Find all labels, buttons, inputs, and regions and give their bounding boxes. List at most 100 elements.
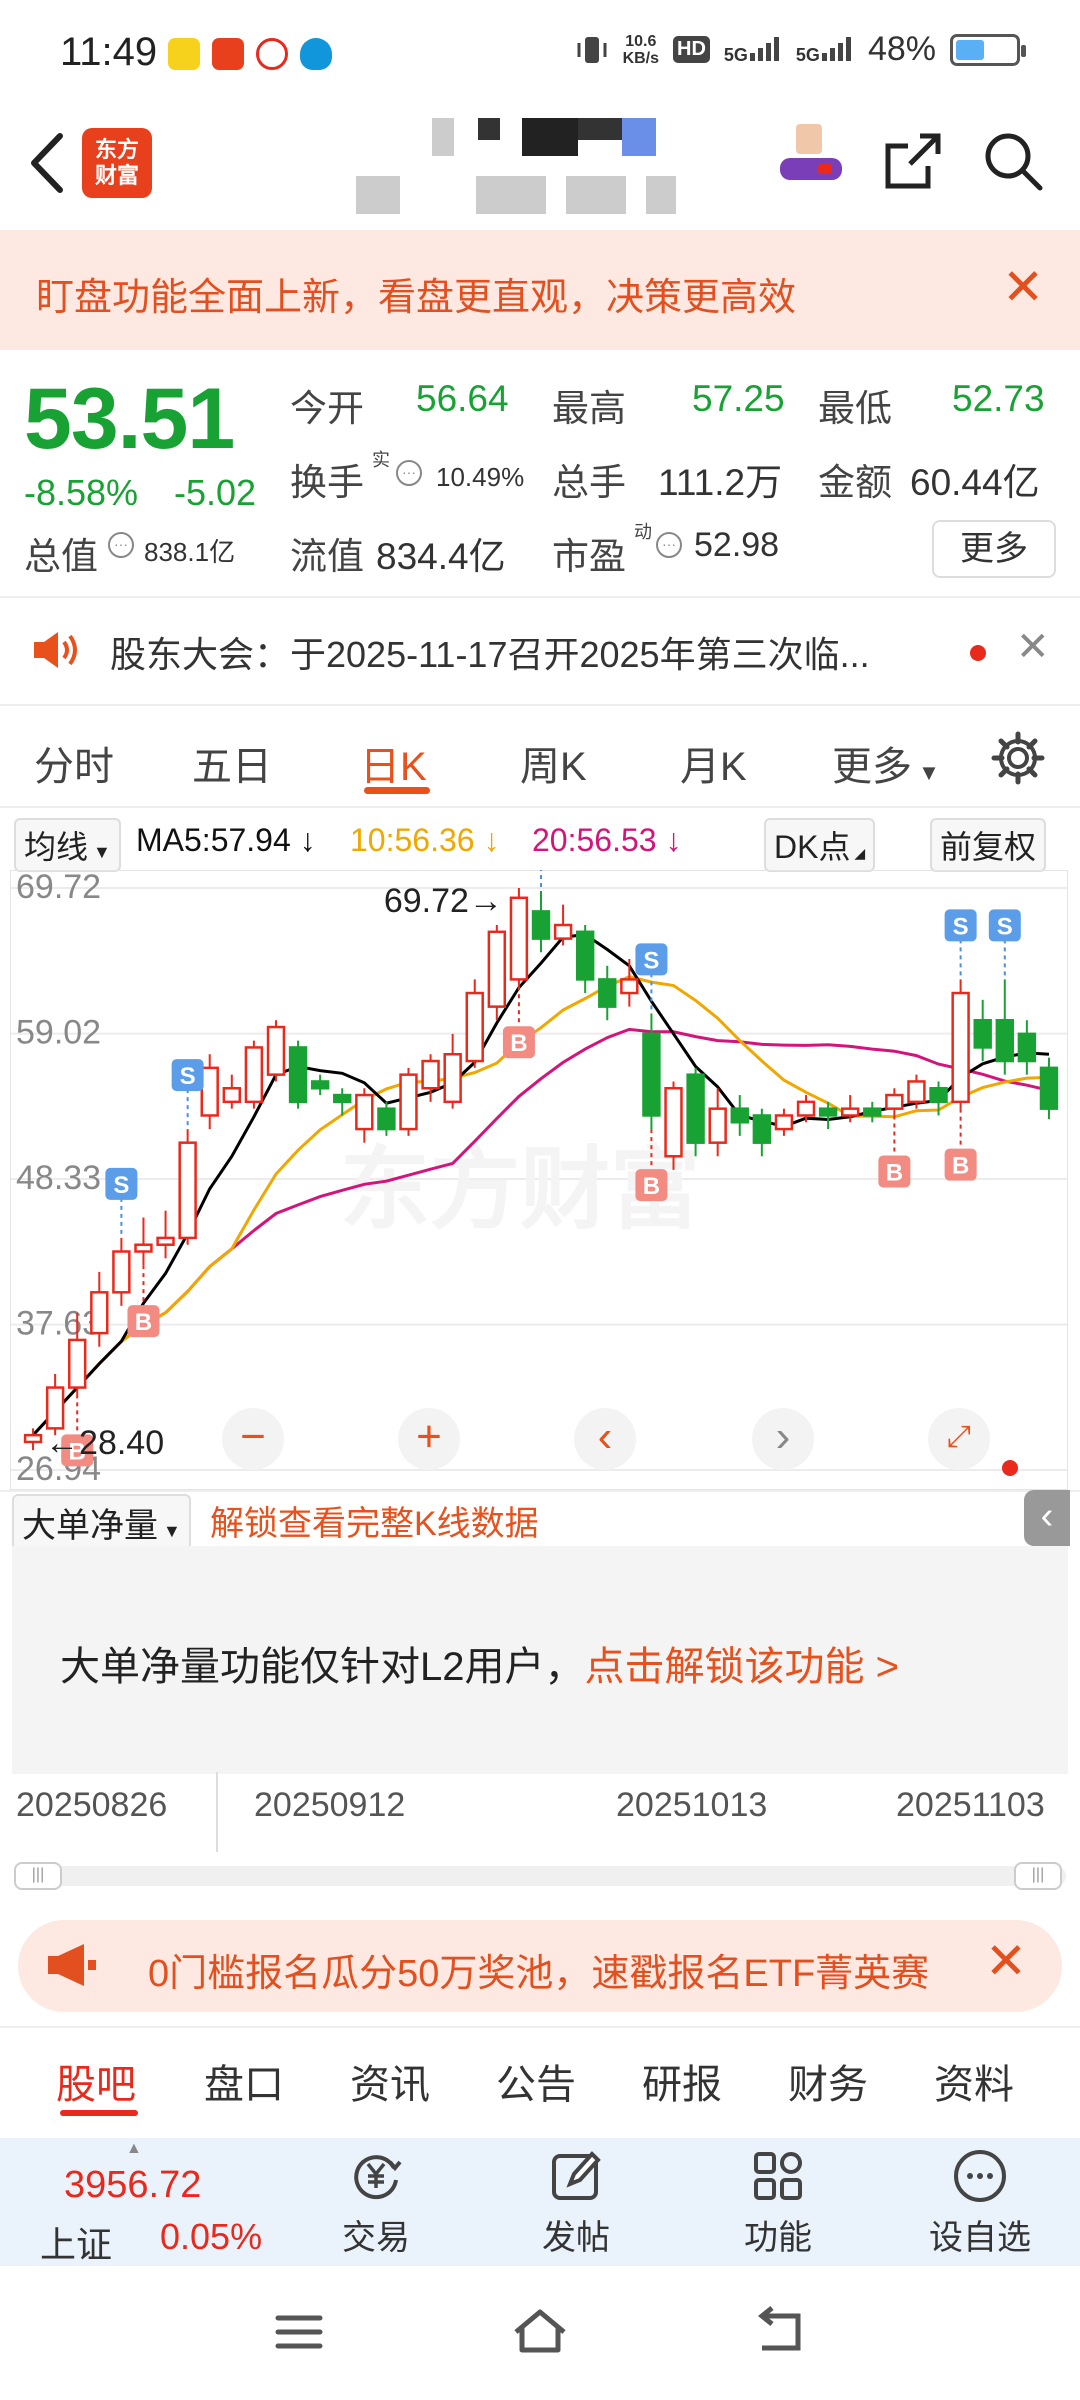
tab-daily-k[interactable]: 日K	[360, 734, 427, 792]
banner-close-icon[interactable]: ✕	[1002, 258, 1044, 316]
caret-down-icon: ▼	[88, 842, 111, 862]
candle-body	[575, 930, 595, 981]
tab-more[interactable]: 更多 ▼	[832, 734, 940, 792]
candle-body	[642, 1032, 661, 1117]
active-tab-underline	[364, 787, 430, 794]
post-label: 发帖	[542, 2219, 610, 2257]
search-icon[interactable]	[980, 128, 1046, 194]
caret-down-icon: ▼	[912, 760, 940, 785]
info-icon[interactable]: ···	[108, 532, 134, 558]
back-arrow-icon[interactable]	[22, 128, 72, 198]
candle-body	[553, 923, 573, 940]
indicator-selector[interactable]: 大单净量 ▼	[12, 1494, 191, 1551]
volume-label: 总手	[552, 462, 626, 503]
ma10-value: 10:56.36 ↓	[350, 822, 500, 858]
app-logo: 东方 财富	[82, 128, 152, 198]
candle-body	[1017, 1032, 1037, 1063]
turnover-sup: 实	[372, 450, 390, 470]
unread-dot	[970, 645, 986, 661]
scroll-left-button[interactable]: ‹	[574, 1408, 636, 1470]
net-speed-unit: KB/s	[622, 49, 660, 67]
collapse-panel-icon[interactable]: ‹	[1024, 1490, 1070, 1546]
add-watchlist-button[interactable]: 设自选	[910, 2146, 1050, 2259]
scroll-right-button[interactable]: ›	[752, 1408, 814, 1470]
candle-body	[90, 1291, 109, 1335]
dk-point-button[interactable]: DK点 ◢	[764, 818, 876, 872]
back-icon[interactable]	[752, 2306, 806, 2356]
adjust-button[interactable]: 前复权	[930, 818, 1047, 872]
candle-body	[509, 896, 529, 981]
unlock-feature-link[interactable]: 点击解锁该功能 >	[585, 1645, 899, 1689]
functions-label: 功能	[744, 2219, 812, 2257]
yuan-exchange-icon	[354, 2155, 402, 2200]
candle-body	[23, 1433, 43, 1444]
candle-body	[134, 1243, 153, 1253]
avatar[interactable]	[780, 124, 842, 190]
candle-body	[995, 1018, 1014, 1063]
candle-body	[266, 1025, 286, 1076]
status-right: 10.6 KB/s HD 5G 5G 48%	[575, 30, 1026, 69]
info-icon[interactable]: ···	[396, 460, 422, 486]
tab-announcements[interactable]: 公告	[496, 2052, 576, 2110]
zoom-out-button[interactable]: −	[222, 1408, 284, 1470]
candle-body	[686, 1073, 705, 1144]
candle-body	[421, 1059, 440, 1090]
candle-body	[200, 1066, 219, 1117]
notice-close-icon[interactable]: ✕	[1016, 624, 1050, 670]
candle-body	[929, 1087, 948, 1104]
share-icon[interactable]	[880, 128, 946, 194]
tab-forum[interactable]: 股吧	[56, 2052, 136, 2110]
post-button[interactable]: 发帖	[506, 2146, 646, 2259]
tab-intraday[interactable]: 分时	[34, 734, 114, 792]
promo-close-icon[interactable]: ✕	[985, 1932, 1027, 1990]
candle-body	[664, 1087, 683, 1158]
tab-five-day[interactable]: 五日	[192, 734, 272, 792]
feature-banner[interactable]: 盯盘功能全面上新，看盘更直观，决策更高效 ✕	[0, 230, 1080, 350]
tab-monthly-k[interactable]: 月K	[680, 734, 747, 792]
tab-financials[interactable]: 财务	[788, 2052, 868, 2110]
menu-icon[interactable]	[274, 2310, 324, 2354]
shareholder-notice[interactable]: 股东大会：于2025-11-17召开2025年第三次临...	[110, 626, 870, 678]
candle-body	[355, 1093, 374, 1131]
tab-profile[interactable]: 资料	[934, 2052, 1014, 2110]
fullscreen-icon[interactable]: ⤢	[928, 1408, 990, 1470]
unlock-kline-link[interactable]: 解锁查看完整K线数据	[210, 1496, 539, 1545]
float-label: 流值	[290, 536, 364, 577]
turnover-label: 换手	[290, 462, 364, 503]
zoom-in-button[interactable]: +	[398, 1408, 460, 1470]
y-tick-label: 37.63	[16, 1305, 101, 1343]
ma-selector[interactable]: 均线 ▼	[14, 818, 121, 872]
chart-scrollbar[interactable]	[14, 1866, 1066, 1886]
ma20-value: 20:56.53 ↓	[532, 822, 682, 858]
candle-body	[840, 1107, 860, 1117]
promo-text[interactable]: 0门槛报名瓜分50万奖池，速戳报名ETF菁英赛	[148, 1942, 958, 1997]
scroll-handle-right[interactable]: |||	[1014, 1862, 1062, 1890]
candle-body	[288, 1046, 308, 1104]
more-dots-icon	[954, 2150, 1006, 2202]
tab-news[interactable]: 资讯	[350, 2052, 430, 2110]
info-icon[interactable]: ···	[656, 532, 682, 558]
home-icon[interactable]	[510, 2306, 570, 2356]
more-quote-button[interactable]: 更多	[932, 520, 1056, 578]
caret-up-icon: ▲	[126, 2140, 142, 2157]
tab-weekly-k[interactable]: 周K	[520, 734, 587, 792]
gear-icon[interactable]	[990, 730, 1046, 786]
tab-research[interactable]: 研报	[642, 2052, 722, 2110]
trade-button[interactable]: 交易	[306, 2146, 446, 2259]
candle-body	[399, 1073, 418, 1131]
candle-body	[377, 1107, 396, 1131]
candle-body	[68, 1338, 87, 1389]
float-value: 834.4亿	[376, 536, 506, 577]
index-value[interactable]: 3956.72	[64, 2164, 201, 2207]
tab-orderbook[interactable]: 盘口	[204, 2052, 284, 2110]
candle-body	[531, 910, 551, 940]
low-label: 最低	[818, 388, 892, 429]
buy-signal-label: B	[952, 1153, 969, 1180]
functions-button[interactable]: 功能	[708, 2146, 848, 2259]
open-label: 今开	[290, 388, 364, 429]
change-percent: -8.58%	[24, 472, 139, 513]
scroll-handle-left[interactable]: |||	[14, 1862, 62, 1890]
signal-bars-icon	[749, 37, 779, 61]
k-line-chart[interactable]: 69.7259.0248.3337.6326.94东方财富SSSSSSBBBBB…	[10, 870, 1068, 1490]
candle-body	[310, 1080, 330, 1090]
